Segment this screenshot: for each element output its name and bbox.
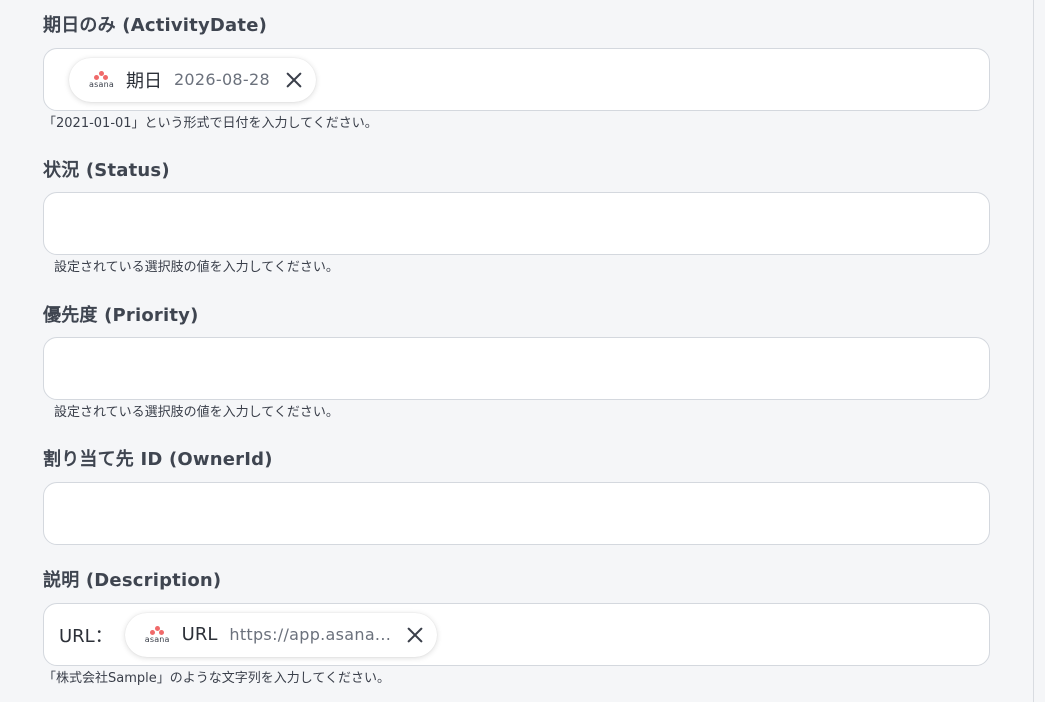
field-owner-id: 割り当て先 ID (OwnerId) <box>43 447 990 545</box>
chip-name: URL <box>181 624 218 645</box>
activity-date-input[interactable]: asana 期日 2026-08-28 <box>43 48 990 111</box>
variable-chip[interactable]: asana URL https://app.asana... <box>124 612 438 657</box>
field-label: 期日のみ (ActivityDate) <box>43 15 268 36</box>
panel-divider <box>1033 0 1034 702</box>
field-help: 設定されている選択肢の値を入力してください。 <box>54 405 339 420</box>
field-label: 説明 (Description) <box>43 570 222 591</box>
description-prefix-text: URL： <box>59 625 113 647</box>
field-status: 状況 (Status) 設定されている選択肢の値を入力してください。 <box>43 158 990 278</box>
asana-logo-icon: asana <box>89 70 114 89</box>
asana-logo-text: asana <box>144 634 170 644</box>
field-help: 「2021-01-01」という形式で日付を入力してください。 <box>43 116 378 131</box>
field-label: 割り当て先 ID (OwnerId) <box>43 449 273 470</box>
field-activity-date: 期日のみ (ActivityDate) asana 期日 2026-08-28 … <box>43 13 990 134</box>
field-description: 説明 (Description) URL： asana URL https://… <box>43 568 990 689</box>
owner-id-input[interactable] <box>43 482 990 545</box>
variable-chip[interactable]: asana 期日 2026-08-28 <box>69 57 316 102</box>
asana-logo-icon: asana <box>144 625 170 644</box>
priority-input[interactable] <box>43 337 990 400</box>
status-input[interactable] <box>43 192 990 255</box>
chip-value: 2026-08-28 <box>173 70 270 89</box>
field-label: 優先度 (Priority) <box>43 305 199 326</box>
close-icon[interactable] <box>405 625 425 645</box>
chip-name: 期日 <box>125 70 162 92</box>
close-icon[interactable] <box>284 70 304 90</box>
asana-logo-text: asana <box>89 79 114 89</box>
chip-value: https://app.asana... <box>229 625 392 644</box>
description-input[interactable]: URL： asana URL https://app.asana... <box>43 603 990 666</box>
field-help: 「株式会社Sample」のような文字列を入力してください。 <box>43 671 390 686</box>
field-label: 状況 (Status) <box>43 160 170 181</box>
form-page: 期日のみ (ActivityDate) asana 期日 2026-08-28 … <box>0 0 1045 702</box>
field-priority: 優先度 (Priority) 設定されている選択肢の値を入力してください。 <box>43 303 990 423</box>
field-help: 設定されている選択肢の値を入力してください。 <box>54 260 339 275</box>
